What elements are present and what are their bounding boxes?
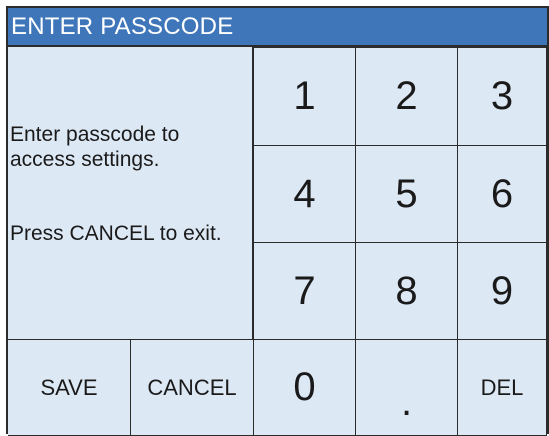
key-6-button[interactable]: 6 <box>457 145 547 243</box>
exit-hint-text: Press CANCEL to exit. <box>10 222 222 245</box>
instructions-text: Enter passcode to access settings. <box>10 123 180 171</box>
key-2-button[interactable]: 2 <box>355 47 458 146</box>
passcode-dialog: ENTER PASSCODE Enter passcode to access … <box>6 6 549 436</box>
key-8-button[interactable]: 8 <box>355 242 458 340</box>
key-3-button[interactable]: 3 <box>457 47 547 146</box>
key-4-button[interactable]: 4 <box>253 145 356 243</box>
key-9-button[interactable]: 9 <box>457 242 547 340</box>
save-button[interactable]: SAVE <box>8 339 131 436</box>
delete-button[interactable]: DEL <box>457 339 547 436</box>
cancel-button[interactable]: CANCEL <box>130 339 254 436</box>
decimal-point-button[interactable]: . <box>355 339 458 436</box>
instructions-panel: Enter passcode to access settings. Press… <box>8 47 253 339</box>
key-5-button[interactable]: 5 <box>355 145 458 243</box>
key-0-button[interactable]: 0 <box>253 339 356 436</box>
key-1-button[interactable]: 1 <box>253 47 356 146</box>
dialog-title: ENTER PASSCODE <box>8 8 547 47</box>
key-7-button[interactable]: 7 <box>253 242 356 340</box>
